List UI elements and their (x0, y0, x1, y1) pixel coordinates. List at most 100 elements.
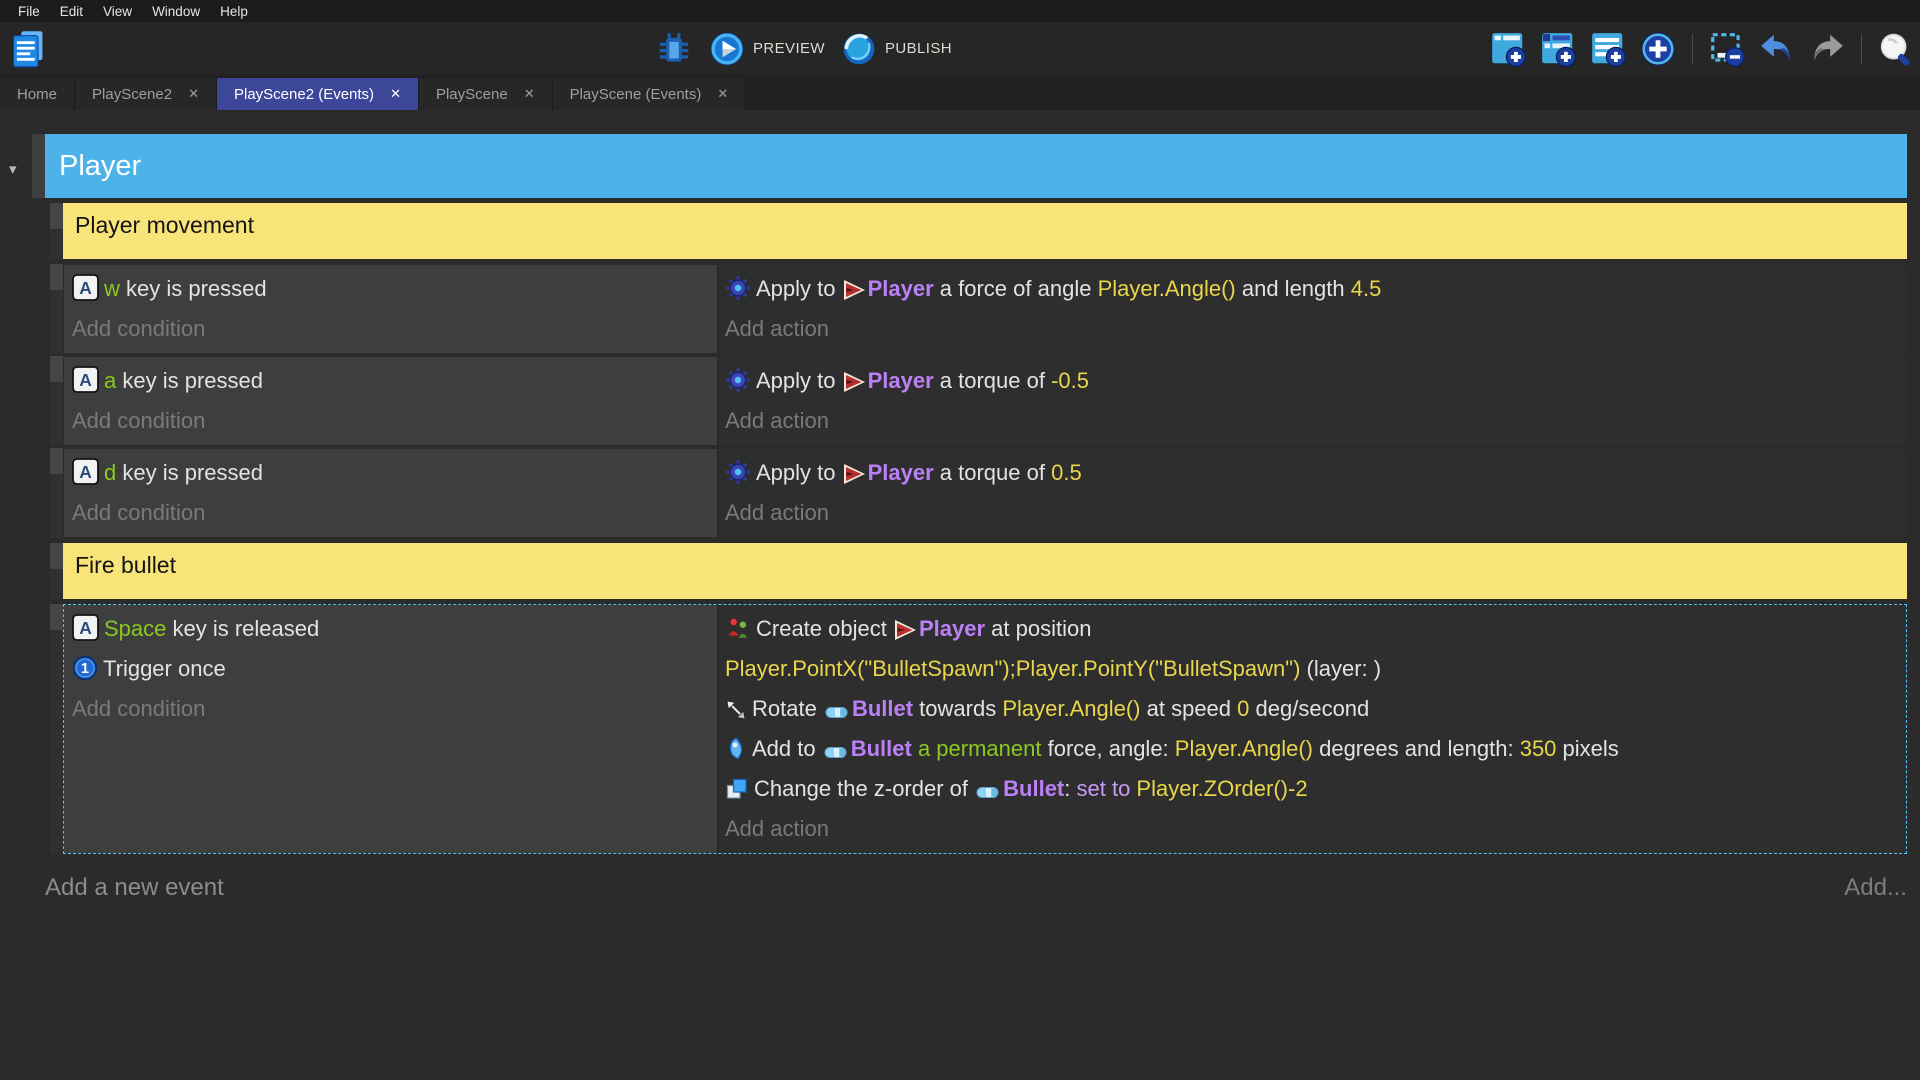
text: and length (1235, 276, 1351, 301)
add-circle-button[interactable] (1636, 29, 1680, 69)
highlight-green: Space (104, 616, 167, 641)
action[interactable]: Create object Player at position (725, 609, 1906, 649)
add-condition-button[interactable]: Add condition (72, 401, 717, 441)
action[interactable]: Apply to Player a force of angle Player.… (725, 269, 1906, 309)
sheet-item: Aa key is pressed Add condition Apply to P… (50, 356, 1907, 446)
text: key is pressed (116, 460, 263, 485)
highlight-green: a (104, 368, 117, 393)
object-name: Bullet (851, 696, 914, 721)
action[interactable]: Change the z-order of Bullet: set to Pla… (725, 769, 1906, 809)
condition[interactable]: 1 Trigger once (72, 649, 717, 689)
condition[interactable]: Aw key is pressed (72, 269, 717, 309)
tab-playscene2[interactable]: PlayScene2 ✕ (75, 78, 217, 110)
publish-button[interactable]: PUBLISH (838, 30, 955, 68)
tab-playscene[interactable]: PlayScene ✕ (418, 78, 553, 110)
menu-item-help[interactable]: Help (210, 4, 258, 19)
expression: Player.ZOrder()-2 (1136, 776, 1308, 801)
add-new-event-button[interactable]: Add a new event (45, 874, 224, 902)
text: a torque of (933, 460, 1052, 485)
actions-column: Create object Player at position Player.P… (719, 605, 1906, 853)
action[interactable]: Rotate Bullet towards Player.Angle() at … (725, 689, 1906, 729)
tab-playscene-events[interactable]: PlayScene (Events) ✕ (552, 78, 747, 110)
highlight-green: a permanent (911, 736, 1042, 761)
debug-button[interactable] (652, 29, 696, 69)
add-comment-button[interactable] (1586, 29, 1630, 69)
sheet-footer: Add a new event Add... (45, 874, 1907, 902)
preview-button[interactable]: PREVIEW (706, 30, 828, 68)
toolbar: PREVIEW PUBLISH (0, 22, 1920, 75)
condition[interactable]: A Space key is released (72, 609, 717, 649)
add-button[interactable]: Add... (1844, 874, 1907, 902)
tab-label: PlayScene (Events) (569, 85, 702, 103)
drag-handle[interactable] (50, 543, 63, 599)
event-row[interactable]: Ad key is pressed Add condition Apply to P… (63, 448, 1907, 538)
comment[interactable]: Player movement (63, 203, 1907, 259)
svg-text:A: A (79, 278, 92, 298)
event-row[interactable]: A Space key is released 1 Trigger once Add c… (63, 604, 1907, 854)
redo-button[interactable] (1805, 29, 1849, 69)
drag-handle[interactable] (50, 604, 63, 854)
menu-item-edit[interactable]: Edit (50, 4, 93, 19)
menu-item-window[interactable]: Window (142, 4, 210, 19)
undo-button[interactable] (1755, 29, 1799, 69)
event-group-row: Player (32, 134, 1907, 198)
drag-handle[interactable] (50, 203, 63, 259)
text: Apply to (756, 276, 842, 301)
undo-icon (1758, 30, 1796, 68)
close-tab-icon[interactable]: ✕ (390, 86, 401, 102)
condition[interactable]: Ad key is pressed (72, 453, 717, 493)
conditions-column: Ad key is pressed Add condition (64, 449, 719, 537)
comment[interactable]: Fire bullet (63, 543, 1907, 599)
add-condition-button[interactable]: Add condition (72, 689, 717, 729)
action[interactable]: Apply to Player a torque of -0.5 (725, 361, 1906, 401)
action[interactable]: Player.PointX("BulletSpawn");Player.Poin… (725, 649, 1906, 689)
event-row[interactable]: Aa key is pressed Add condition Apply to P… (63, 356, 1907, 446)
menu-item-view[interactable]: View (93, 4, 142, 19)
tab-home[interactable]: Home (0, 78, 76, 110)
force-icon (725, 737, 747, 761)
sheet-item: Aw key is pressed Add condition Apply to P… (50, 264, 1907, 354)
menu-bar: File Edit View Window Help (0, 0, 1920, 22)
object-name: Bullet (850, 736, 912, 761)
zorder-icon (725, 777, 749, 801)
close-tab-icon[interactable]: ✕ (524, 86, 535, 102)
close-tab-icon[interactable]: ✕ (717, 86, 728, 102)
text: Rotate (752, 696, 823, 721)
expression: 0 (1237, 696, 1250, 721)
add-action-button[interactable]: Add action (725, 309, 1906, 349)
bullet-icon (974, 784, 1001, 801)
keyboard-icon: A (72, 366, 99, 393)
event-row[interactable]: Aw key is pressed Add condition Apply to P… (63, 264, 1907, 354)
add-condition-button[interactable]: Add condition (72, 309, 717, 349)
close-tab-icon[interactable]: ✕ (188, 86, 199, 102)
add-action-button[interactable]: Add action (725, 493, 1906, 533)
menu-item-file[interactable]: File (8, 4, 50, 19)
drag-handle[interactable] (50, 264, 63, 354)
object-name: Player (867, 368, 934, 393)
add-subevent-button[interactable] (1536, 29, 1580, 69)
text: a torque of (933, 368, 1052, 393)
drag-handle[interactable] (50, 356, 63, 446)
drag-handle[interactable] (50, 448, 63, 538)
search-button[interactable] (1874, 29, 1918, 69)
collapse-group-icon[interactable]: ▾ (9, 160, 17, 178)
add-action-button[interactable]: Add action (725, 809, 1906, 849)
add-action-button[interactable]: Add action (725, 401, 1906, 441)
project-manager-button[interactable] (8, 27, 48, 71)
redo-icon (1808, 30, 1846, 68)
expression: Player.Angle() (1097, 276, 1236, 301)
action[interactable]: Apply to Player a torque of 0.5 (725, 453, 1906, 493)
remove-selection-button[interactable] (1705, 29, 1749, 69)
tab-label: PlayScene2 (Events) (233, 85, 375, 103)
sheet-item: Player movement (50, 203, 1907, 259)
player-icon (842, 463, 866, 485)
text: Change the z-order of (754, 776, 975, 801)
add-event-button[interactable] (1486, 29, 1530, 69)
group-drag-handle[interactable] (32, 134, 45, 198)
physics-icon (725, 367, 751, 393)
action[interactable]: Add to Bullet a permanent force, angle: … (725, 729, 1906, 769)
add-condition-button[interactable]: Add condition (72, 493, 717, 533)
condition[interactable]: Aa key is pressed (72, 361, 717, 401)
event-group-title[interactable]: Player (45, 134, 1907, 198)
tab-playscene2-events[interactable]: PlayScene2 (Events) ✕ (216, 78, 419, 110)
